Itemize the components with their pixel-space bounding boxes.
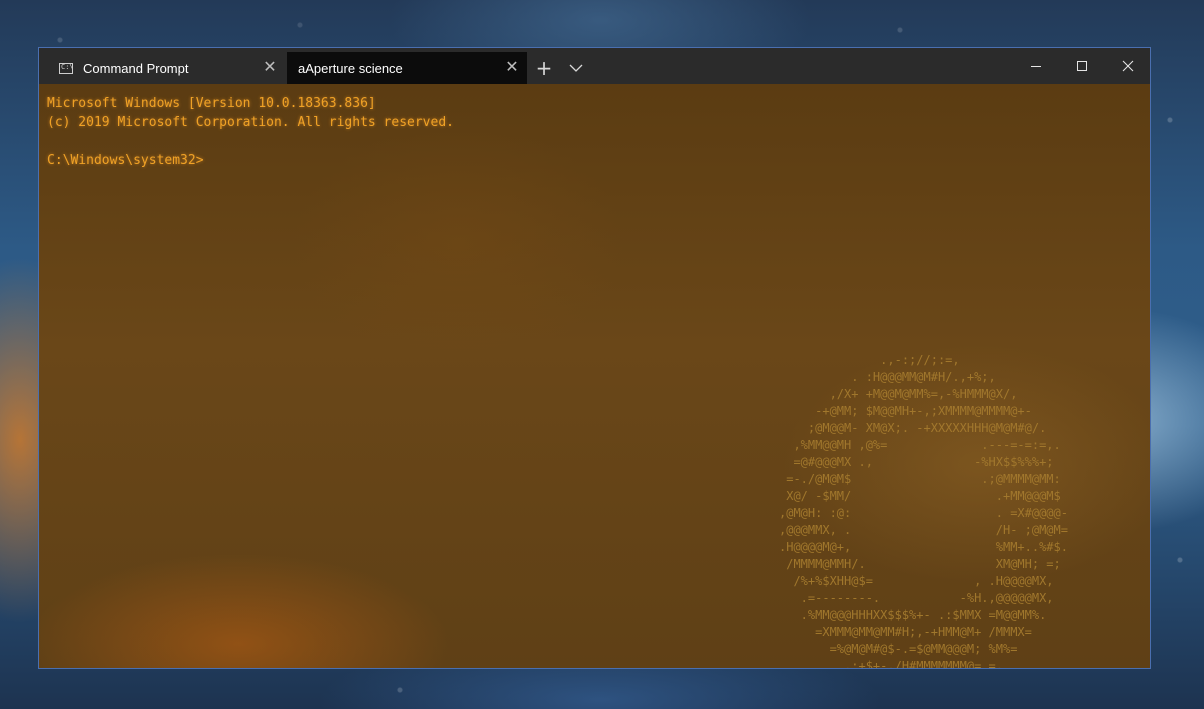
new-tab-button[interactable]: + [532,52,556,84]
maximize-icon [1077,61,1087,71]
tab-close-button[interactable]: ✕ [497,52,527,84]
console-prompt-line[interactable]: C:\Windows\system32> [47,151,454,170]
ascii-art-line: ,@@@MMX, . /H- ;@M@M= [779,523,1068,537]
ascii-art-line: =-./@M@M$ .;@MMMM@MM: [779,472,1061,486]
console-copyright-line: (c) 2019 Microsoft Corporation. All righ… [47,115,454,130]
ascii-art-line: .%MM@@@HHHXX$$$%+- .:$MMX =M@@MM%. [779,608,1047,622]
terminal-window: Command Prompt ✕ aAperture science ✕ + [38,47,1151,669]
chevron-down-icon [569,64,583,72]
tab-label: Command Prompt [83,60,189,76]
aperture-logo-ascii-art: .,-:;//;:=, . :H@@@MM@M#H/.,+%;, ,/X+ +M… [779,352,1068,668]
ascii-art-line: /%+%$XHH@$= , .H@@@@MX, [779,574,1054,588]
ascii-art-line: =%@M@M#@$-.=$@MM@@@M; %M%= [779,642,1018,656]
tab-command-prompt[interactable]: Command Prompt ✕ [47,52,285,84]
tab-close-button[interactable]: ✕ [255,52,285,84]
close-window-button[interactable] [1105,48,1150,84]
tab-dropdown-button[interactable] [564,52,588,84]
tab-label: aAperture science [298,60,403,76]
ascii-art-line: ,%MM@@MH ,@%= .---=-=:=,. [779,438,1061,452]
console-version-line: Microsoft Windows [Version 10.0.18363.83… [47,96,376,111]
maximize-button[interactable] [1059,48,1105,84]
title-bar[interactable]: Command Prompt ✕ aAperture science ✕ + [39,48,1150,84]
tab-aperture-science[interactable]: aAperture science ✕ [287,52,527,84]
ascii-art-line: .=--------. -%H.,@@@@@MX, [779,591,1054,605]
ascii-art-line: /MMMM@MMH/. XM@MH; =; [779,557,1061,571]
ascii-art-line: ,/X+ +M@@M@MM%=,-%HMMM@X/, [779,387,1018,401]
minimize-button[interactable] [1013,48,1059,84]
ascii-art-line: -+@MM; $M@@MH+-,;XMMMM@MMMM@+- [779,404,1032,418]
ascii-art-line: ,:+$+-,/H#MMMMMMM@= =, [779,659,1003,668]
ascii-art-line: X@/ -$MM/ .+MM@@@M$ [779,489,1061,503]
close-icon [1122,60,1134,72]
ascii-art-line: =@#@@@MX ., -%HX$$%%%+; [779,455,1054,469]
ascii-art-line: .H@@@@M@+, %MM+..%#$. [779,540,1068,554]
ascii-art-line: .,-:;//;:=, [779,353,960,367]
ascii-art-line: ,@M@H: :@: . =X#@@@@- [779,506,1068,520]
console-output[interactable]: Microsoft Windows [Version 10.0.18363.83… [47,94,454,170]
console-area[interactable]: .,-:;//;:=, . :H@@@MM@M#H/.,+%;, ,/X+ +M… [39,84,1150,668]
ascii-art-line: =XMMM@MM@MM#H;,-+HMM@M+ /MMMX= [779,625,1032,639]
minimize-icon [1031,66,1041,67]
ascii-art-line: ;@M@@M- XM@X;. -+XXXXXHHH@M@M#@/. [779,421,1047,435]
cmd-icon [59,62,74,74]
ascii-art-line: . :H@@@MM@M#H/.,+%;, [779,370,996,384]
